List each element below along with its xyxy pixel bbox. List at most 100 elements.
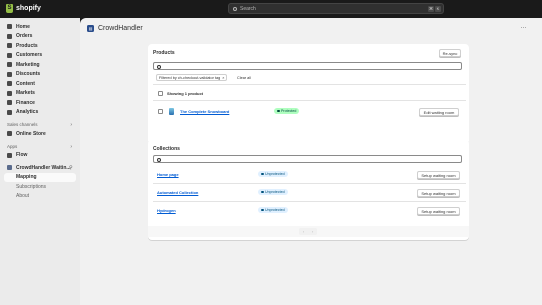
sidebar-item-finance[interactable]: Finance: [0, 98, 80, 108]
product-thumbnail: [169, 108, 174, 115]
setup-waiting-room-button[interactable]: Setup waiting room: [417, 171, 460, 179]
product-link[interactable]: The Complete Snowboard: [180, 109, 229, 114]
sidebar-item-orders[interactable]: Orders: [0, 32, 80, 42]
sidebar-subitem-about[interactable]: About: [0, 192, 80, 202]
sales-channels-heading[interactable]: Sales channels ›: [0, 120, 80, 129]
sales-channels-label: Sales channels: [7, 122, 38, 127]
products-search-input[interactable]: [153, 62, 462, 70]
sidebar: Home Orders Products Customers Marketing…: [0, 18, 80, 305]
status-badge: Unprotected: [258, 207, 288, 213]
apps-heading[interactable]: Apps ›: [0, 142, 80, 151]
status-text: Unprotected: [265, 172, 285, 176]
search-icon: [157, 157, 161, 162]
k-key-icon: K: [435, 6, 441, 12]
sidebar-item-label: Orders: [16, 33, 33, 40]
status-badge: Unprotected: [258, 171, 288, 177]
filter-chip[interactable]: Filtered by ch-checkout-validator tag ×: [156, 74, 228, 81]
pagination: ‹ ›: [299, 228, 317, 235]
sidebar-subitem-subscriptions[interactable]: Subscriptions: [0, 182, 80, 192]
sidebar-item-label: Flow: [16, 152, 28, 159]
products-card-title: Products: [153, 50, 175, 56]
command-key-icon: ⌘: [428, 6, 434, 12]
sidebar-item-label: Marketing: [16, 61, 40, 68]
setup-waiting-room-button[interactable]: Setup waiting room: [417, 189, 460, 197]
shopify-logo[interactable]: shopify: [6, 4, 41, 13]
products-card: Products Re-sync Filtered by ch-checkout…: [148, 44, 469, 155]
content-icon: [7, 81, 12, 87]
sidebar-item-label: Content: [16, 80, 35, 87]
close-icon[interactable]: ×: [222, 76, 224, 80]
sidebar-item-crowdhandler[interactable]: CrowdHandler Waitin... ⚲: [0, 163, 80, 173]
crowdhandler-app-icon: [7, 165, 12, 171]
sidebar-item-markets[interactable]: Markets: [0, 89, 80, 99]
status-text: Unprotected: [265, 208, 285, 212]
pin-icon[interactable]: ⚲: [69, 165, 73, 171]
sidebar-item-label: Analytics: [16, 109, 39, 116]
status-dot-icon: [261, 190, 264, 194]
setup-waiting-room-button[interactable]: Setup waiting room: [417, 207, 460, 215]
page-title: CrowdHandler: [98, 25, 143, 32]
shopify-bag-icon: [6, 4, 13, 13]
markets-icon: [7, 90, 12, 96]
next-page-button[interactable]: ›: [308, 228, 317, 235]
discounts-icon: [7, 71, 12, 77]
sidebar-item-marketing[interactable]: Marketing: [0, 60, 80, 70]
collections-search-input[interactable]: [153, 155, 462, 163]
search-icon: [233, 6, 237, 11]
sidebar-item-content[interactable]: Content: [0, 79, 80, 89]
select-all-checkbox[interactable]: [158, 91, 163, 96]
clear-all-link[interactable]: Clear all: [237, 76, 251, 80]
sidebar-item-label: Products: [16, 42, 38, 49]
search-placeholder: Search: [240, 5, 256, 12]
status-badge: Unprotected: [258, 189, 288, 195]
status-dot-icon: [261, 208, 264, 212]
logo-text: shopify: [16, 5, 41, 12]
filter-chip-label: Filtered by ch-checkout-validator tag: [159, 75, 221, 80]
prev-page-button[interactable]: ‹: [299, 228, 308, 235]
sidebar-item-customers[interactable]: Customers: [0, 51, 80, 61]
collection-link[interactable]: Automated Collection: [157, 190, 198, 195]
store-icon: [7, 131, 12, 137]
sidebar-item-products[interactable]: Products: [0, 41, 80, 51]
sidebar-item-label: Home: [16, 23, 30, 30]
row-checkbox[interactable]: [158, 109, 163, 114]
collections-card-title: Collections: [153, 146, 180, 152]
sidebar-item-online-store[interactable]: Online Store: [0, 129, 80, 139]
main-content: ▤ CrowdHandler ··· Products Re-sync Filt…: [80, 18, 542, 305]
divider: [153, 84, 466, 85]
divider: [153, 183, 466, 184]
divider: [153, 100, 466, 101]
sidebar-item-label: Customers: [16, 52, 43, 59]
more-actions-button[interactable]: ···: [519, 25, 528, 32]
collection-link[interactable]: Hydrogen: [157, 208, 176, 213]
orders-icon: [7, 33, 12, 39]
sidebar-subitem-mapping[interactable]: Mapping: [4, 172, 76, 182]
showing-count: Showing 1 product: [167, 91, 203, 96]
sidebar-item-label: Online Store: [16, 130, 46, 137]
sidebar-item-home[interactable]: Home: [0, 22, 80, 32]
search-input[interactable]: Search ⌘ K: [228, 3, 444, 14]
sidebar-item-label: Discounts: [16, 71, 41, 78]
crowdhandler-app-icon: ▤: [87, 25, 94, 32]
flow-icon: [7, 152, 12, 158]
sidebar-item-discounts[interactable]: Discounts: [0, 70, 80, 80]
chevron-right-icon: ›: [70, 143, 72, 150]
finance-icon: [7, 100, 12, 106]
collections-card: Collections Home page Unprotected Setup …: [148, 140, 469, 240]
status-dot-icon: [277, 109, 280, 113]
status-text: Protected: [281, 109, 297, 113]
sidebar-item-flow[interactable]: Flow: [0, 151, 80, 161]
analytics-icon: [7, 109, 12, 115]
products-icon: [7, 43, 12, 49]
status-badge: Protected: [274, 108, 300, 114]
app-header: ▤ CrowdHandler: [87, 25, 143, 32]
marketing-icon: [7, 62, 12, 68]
edit-waiting-room-button[interactable]: Edit waiting room: [419, 108, 459, 116]
home-icon: [7, 24, 12, 30]
collection-link[interactable]: Home page: [157, 172, 179, 177]
customers-icon: [7, 52, 12, 58]
resync-button[interactable]: Re-sync: [439, 49, 461, 57]
sidebar-item-analytics[interactable]: Analytics: [0, 108, 80, 118]
divider: [153, 201, 466, 202]
chevron-right-icon: ›: [70, 122, 72, 128]
